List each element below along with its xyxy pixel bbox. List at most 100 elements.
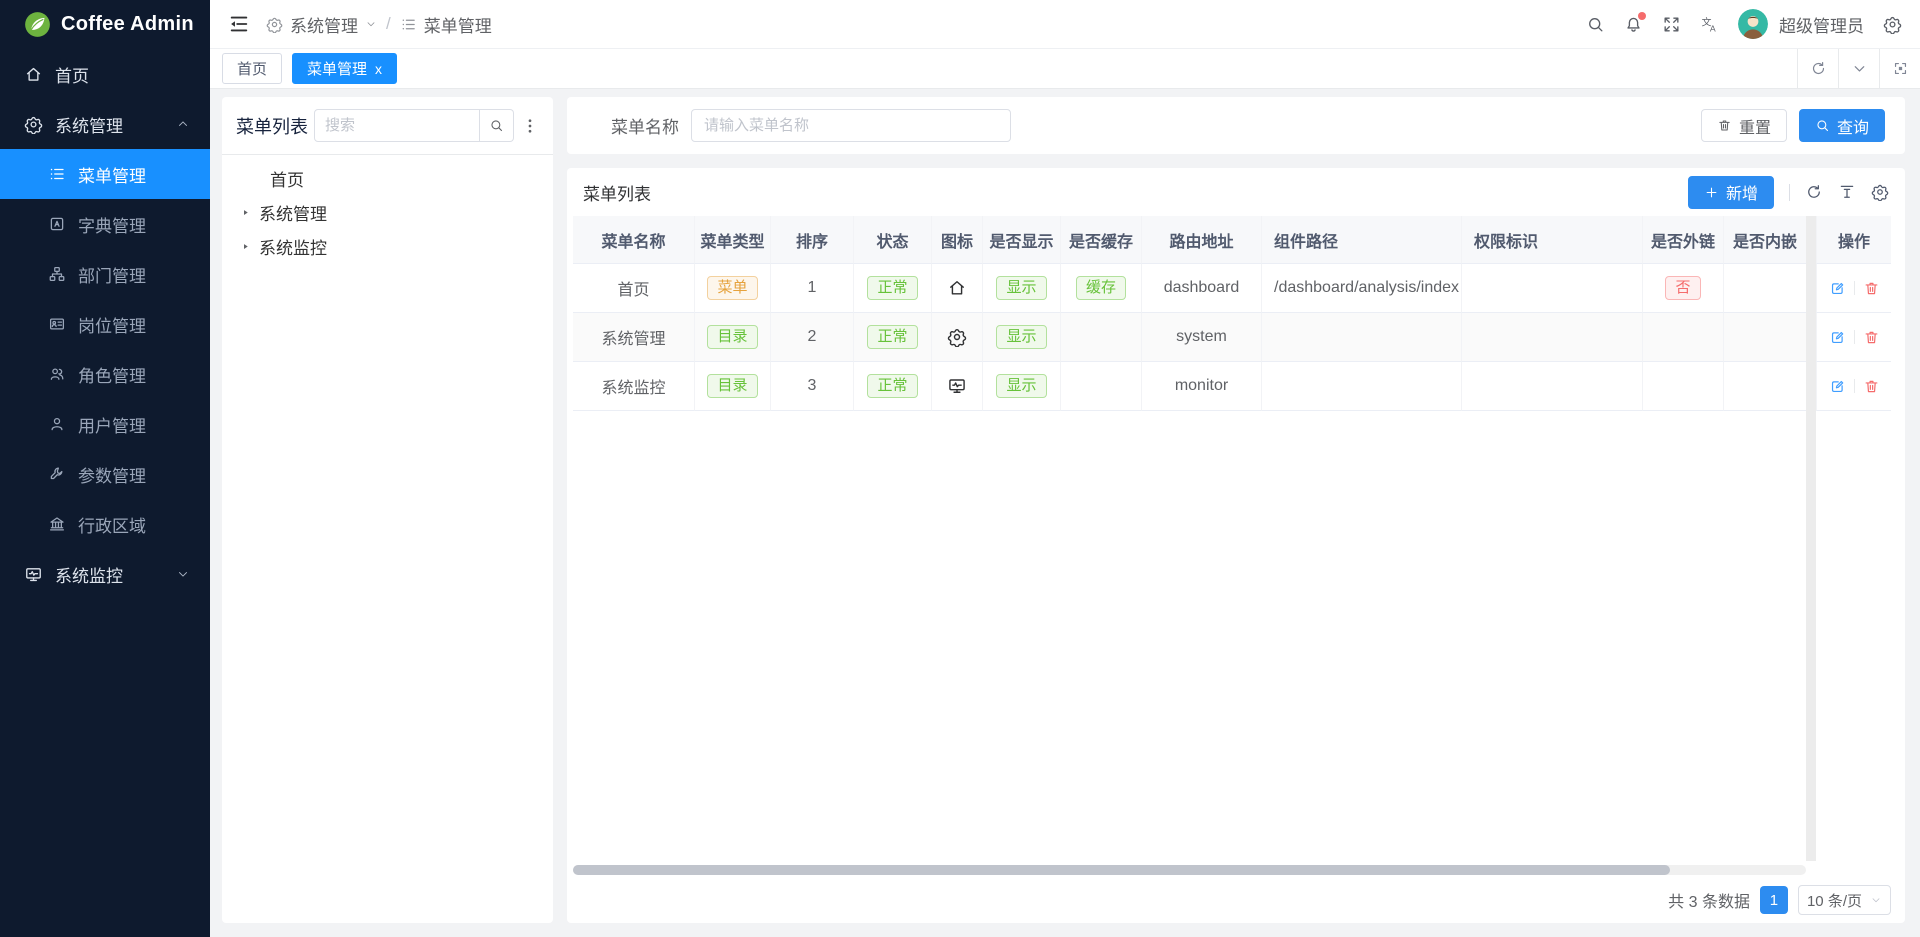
more-options-icon[interactable] xyxy=(521,117,539,135)
cell-permission xyxy=(1462,362,1643,411)
tab-home[interactable]: 首页 xyxy=(222,53,282,84)
cell-menu-name: 首页 xyxy=(573,264,695,313)
home-icon xyxy=(947,278,967,298)
divider xyxy=(1854,330,1855,344)
menu-name-input[interactable] xyxy=(691,109,1011,142)
dictionary-icon xyxy=(48,215,66,233)
table-row[interactable]: 首页 菜单 1 正常 显示 缓存 dashboard /dashboard/an… xyxy=(573,264,1806,313)
tab-controls xyxy=(1797,49,1920,89)
row-density-icon[interactable] xyxy=(1838,183,1856,201)
delete-icon[interactable] xyxy=(1863,329,1880,346)
column-header: 排序 xyxy=(771,216,854,264)
reset-button-label: 重置 xyxy=(1739,114,1771,138)
notifications-button[interactable] xyxy=(1624,15,1643,34)
column-header: 菜单名称 xyxy=(573,216,695,264)
chevron-down-icon[interactable] xyxy=(365,18,377,30)
page-button-1[interactable]: 1 xyxy=(1760,886,1788,914)
chevron-down-icon xyxy=(1851,60,1868,77)
tree-node-home[interactable]: 首页 xyxy=(236,161,539,195)
app-logo[interactable]: Coffee Admin xyxy=(0,0,210,49)
reset-button[interactable]: 重置 xyxy=(1701,109,1787,142)
tab-options-button[interactable] xyxy=(1838,49,1879,89)
search-button[interactable]: 查询 xyxy=(1799,109,1885,142)
edit-icon[interactable] xyxy=(1829,329,1846,346)
visible-badge: 显示 xyxy=(996,374,1046,398)
filter-bar: 菜单名称 重置 查询 xyxy=(567,97,1905,154)
avatar[interactable] xyxy=(1738,9,1768,39)
edit-icon[interactable] xyxy=(1829,378,1846,395)
cell-icon xyxy=(932,313,983,362)
menu-type-badge: 目录 xyxy=(707,374,757,398)
menu-type-badge: 菜单 xyxy=(707,276,757,300)
caret-right-icon[interactable] xyxy=(236,237,254,255)
column-header: 状态 xyxy=(854,216,932,264)
sidebar-item-role-mgmt[interactable]: 角色管理 xyxy=(0,349,210,399)
sidebar-item-param-mgmt[interactable]: 参数管理 xyxy=(0,449,210,499)
row-actions xyxy=(1816,362,1891,411)
table-row[interactable]: 系统监控 目录 3 正常 显示 monitor xyxy=(573,362,1806,411)
tree-node-label: 首页 xyxy=(270,166,304,191)
cell-embedded xyxy=(1724,362,1806,411)
tree-search-button[interactable] xyxy=(480,109,514,142)
sidebar-item-home[interactable]: 首页 xyxy=(0,49,210,99)
breadcrumb: 系统管理 / 菜单管理 xyxy=(266,12,492,37)
sidebar-item-region[interactable]: 行政区域 xyxy=(0,499,210,549)
breadcrumb-parent[interactable]: 系统管理 xyxy=(290,12,358,37)
horizontal-scrollbar[interactable] xyxy=(573,865,1806,875)
menu-table: 菜单名称 菜单类型 排序 状态 图标 是否显示 是否缓存 路由地址 组件路径 权… xyxy=(573,216,1806,411)
add-button[interactable]: 新增 xyxy=(1688,176,1774,209)
caret-right-icon[interactable] xyxy=(236,203,254,221)
edit-icon[interactable] xyxy=(1829,280,1846,297)
sidebar-item-system[interactable]: 系统管理 xyxy=(0,99,210,149)
tree-node-monitor[interactable]: 系统监控 xyxy=(236,229,539,263)
fullscreen-icon[interactable] xyxy=(1662,15,1681,34)
sidebar-item-dict-mgmt[interactable]: 字典管理 xyxy=(0,199,210,249)
sidebar-item-label: 系统管理 xyxy=(55,112,123,137)
delete-icon[interactable] xyxy=(1863,378,1880,395)
collapse-sidebar-icon[interactable] xyxy=(228,13,250,35)
scrollbar-thumb[interactable] xyxy=(573,865,1670,875)
sidebar-item-user-mgmt[interactable]: 用户管理 xyxy=(0,399,210,449)
tree-node-system[interactable]: 系统管理 xyxy=(236,195,539,229)
visible-badge: 显示 xyxy=(996,325,1046,349)
org-chart-icon xyxy=(48,265,66,283)
column-settings-icon[interactable] xyxy=(1871,183,1889,201)
divider xyxy=(1854,281,1855,295)
translate-icon[interactable] xyxy=(1700,15,1719,34)
chevron-up-icon xyxy=(176,117,190,131)
row-actions xyxy=(1816,313,1891,362)
cell-cache xyxy=(1061,313,1142,362)
pagination: 共 3 条数据 1 10 条/页 xyxy=(573,877,1899,923)
column-header: 是否显示 xyxy=(983,216,1061,264)
username[interactable]: 超级管理员 xyxy=(1779,12,1864,37)
refresh-table-icon[interactable] xyxy=(1805,183,1823,201)
sidebar-item-label: 首页 xyxy=(55,62,89,87)
delete-icon[interactable] xyxy=(1863,280,1880,297)
search-icon[interactable] xyxy=(1586,15,1605,34)
app-title: Coffee Admin xyxy=(61,13,194,36)
settings-gear-icon[interactable] xyxy=(1883,15,1902,34)
maximize-content-button[interactable] xyxy=(1879,49,1920,89)
status-badge: 正常 xyxy=(867,325,917,349)
menu-name-label: 菜单名称 xyxy=(587,113,679,138)
tree-search-input[interactable] xyxy=(314,109,480,142)
sidebar-item-monitor[interactable]: 系统监控 xyxy=(0,549,210,599)
tree-panel-title: 菜单列表 xyxy=(236,113,308,139)
menu-type-badge: 目录 xyxy=(707,325,757,349)
sidebar-item-post-mgmt[interactable]: 岗位管理 xyxy=(0,299,210,349)
table-row[interactable]: 系统管理 目录 2 正常 显示 system xyxy=(573,313,1806,362)
close-icon[interactable]: x xyxy=(375,62,382,76)
table-header-row: 菜单名称 菜单类型 排序 状态 图标 是否显示 是否缓存 路由地址 组件路径 权… xyxy=(573,216,1806,264)
menu-list-icon xyxy=(48,165,66,183)
table-scroll-gutter xyxy=(1806,216,1816,861)
column-header: 路由地址 xyxy=(1142,216,1262,264)
page-size-select[interactable]: 10 条/页 xyxy=(1798,885,1891,915)
id-card-icon xyxy=(48,315,66,333)
sidebar-item-menu-mgmt[interactable]: 菜单管理 xyxy=(0,149,210,199)
sidebar-item-dept-mgmt[interactable]: 部门管理 xyxy=(0,249,210,299)
cell-visible: 显示 xyxy=(983,362,1061,411)
tab-menu-mgmt[interactable]: 菜单管理 x xyxy=(292,53,397,84)
refresh-tab-button[interactable] xyxy=(1797,49,1838,89)
divider xyxy=(222,154,553,155)
cell-embedded xyxy=(1724,313,1806,362)
